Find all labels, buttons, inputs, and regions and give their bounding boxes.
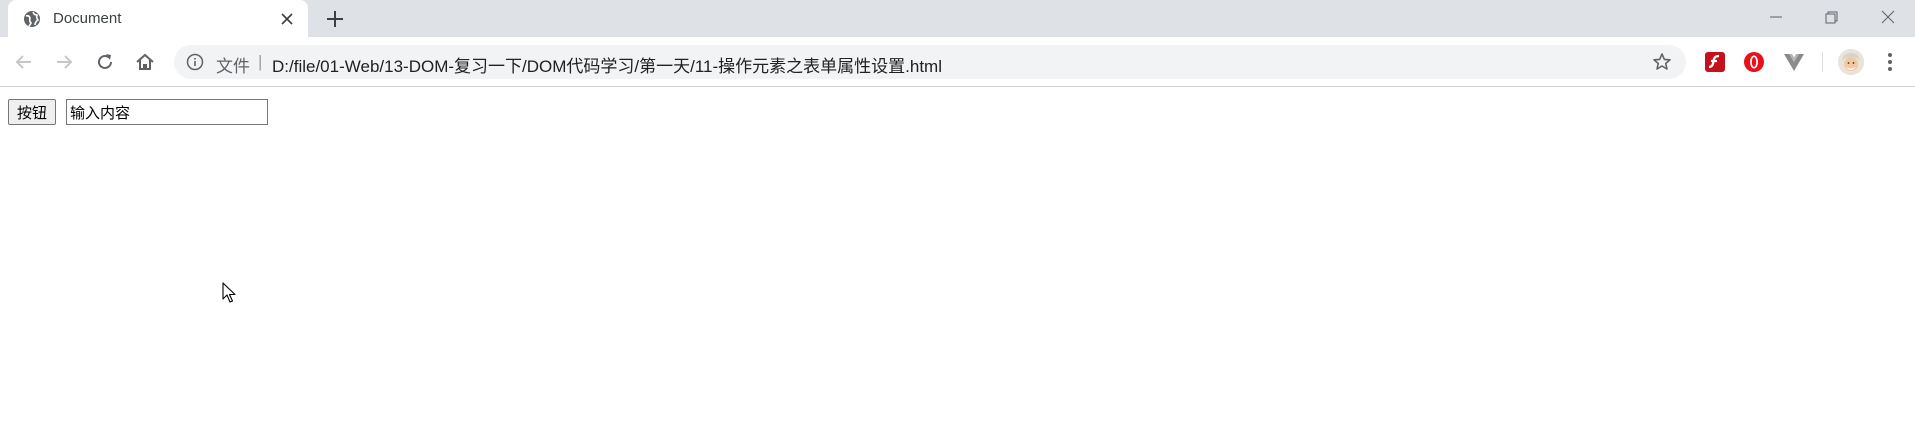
star-icon[interactable] [1652, 52, 1672, 72]
globe-icon [24, 11, 40, 27]
info-icon[interactable] [186, 53, 204, 71]
opera-icon[interactable] [1742, 50, 1766, 74]
profile-face-icon [1838, 49, 1864, 75]
chip-separator: | [258, 52, 263, 71]
arrow-right-icon[interactable] [53, 51, 75, 73]
text-input[interactable] [66, 99, 268, 125]
browser-tab[interactable]: Document [8, 0, 308, 37]
reload-icon[interactable] [94, 51, 116, 73]
maximize-icon[interactable] [1820, 6, 1842, 28]
tab-close-icon[interactable] [278, 10, 296, 28]
tab-strip: Document [0, 0, 1915, 37]
plus-icon[interactable] [325, 9, 345, 29]
kebab-menu-icon[interactable] [1880, 51, 1900, 73]
browser-toolbar: 文件 | D:/file/01-Web/13-DOM-复习一下/DOM代码学习/… [0, 37, 1915, 87]
tab-title: Document [53, 10, 122, 27]
avatar[interactable] [1838, 49, 1864, 75]
flash-icon[interactable] [1703, 50, 1727, 74]
address-bar[interactable]: 文件 | D:/file/01-Web/13-DOM-复习一下/DOM代码学习/… [174, 45, 1686, 79]
minimize-icon[interactable] [1765, 6, 1787, 28]
toolbar-divider [1822, 52, 1823, 72]
page-content: 按钮 [0, 88, 1915, 434]
window-close-icon[interactable] [1877, 6, 1899, 28]
vue-icon[interactable] [1782, 50, 1806, 74]
url-text[interactable]: D:/file/01-Web/13-DOM-复习一下/DOM代码学习/第一天/1… [272, 52, 942, 77]
mouse-cursor-icon [222, 282, 236, 303]
demo-button[interactable]: 按钮 [8, 99, 57, 125]
scheme-chip[interactable]: 文件 [216, 52, 250, 77]
home-icon[interactable] [134, 51, 156, 73]
arrow-left-icon[interactable] [13, 51, 35, 73]
